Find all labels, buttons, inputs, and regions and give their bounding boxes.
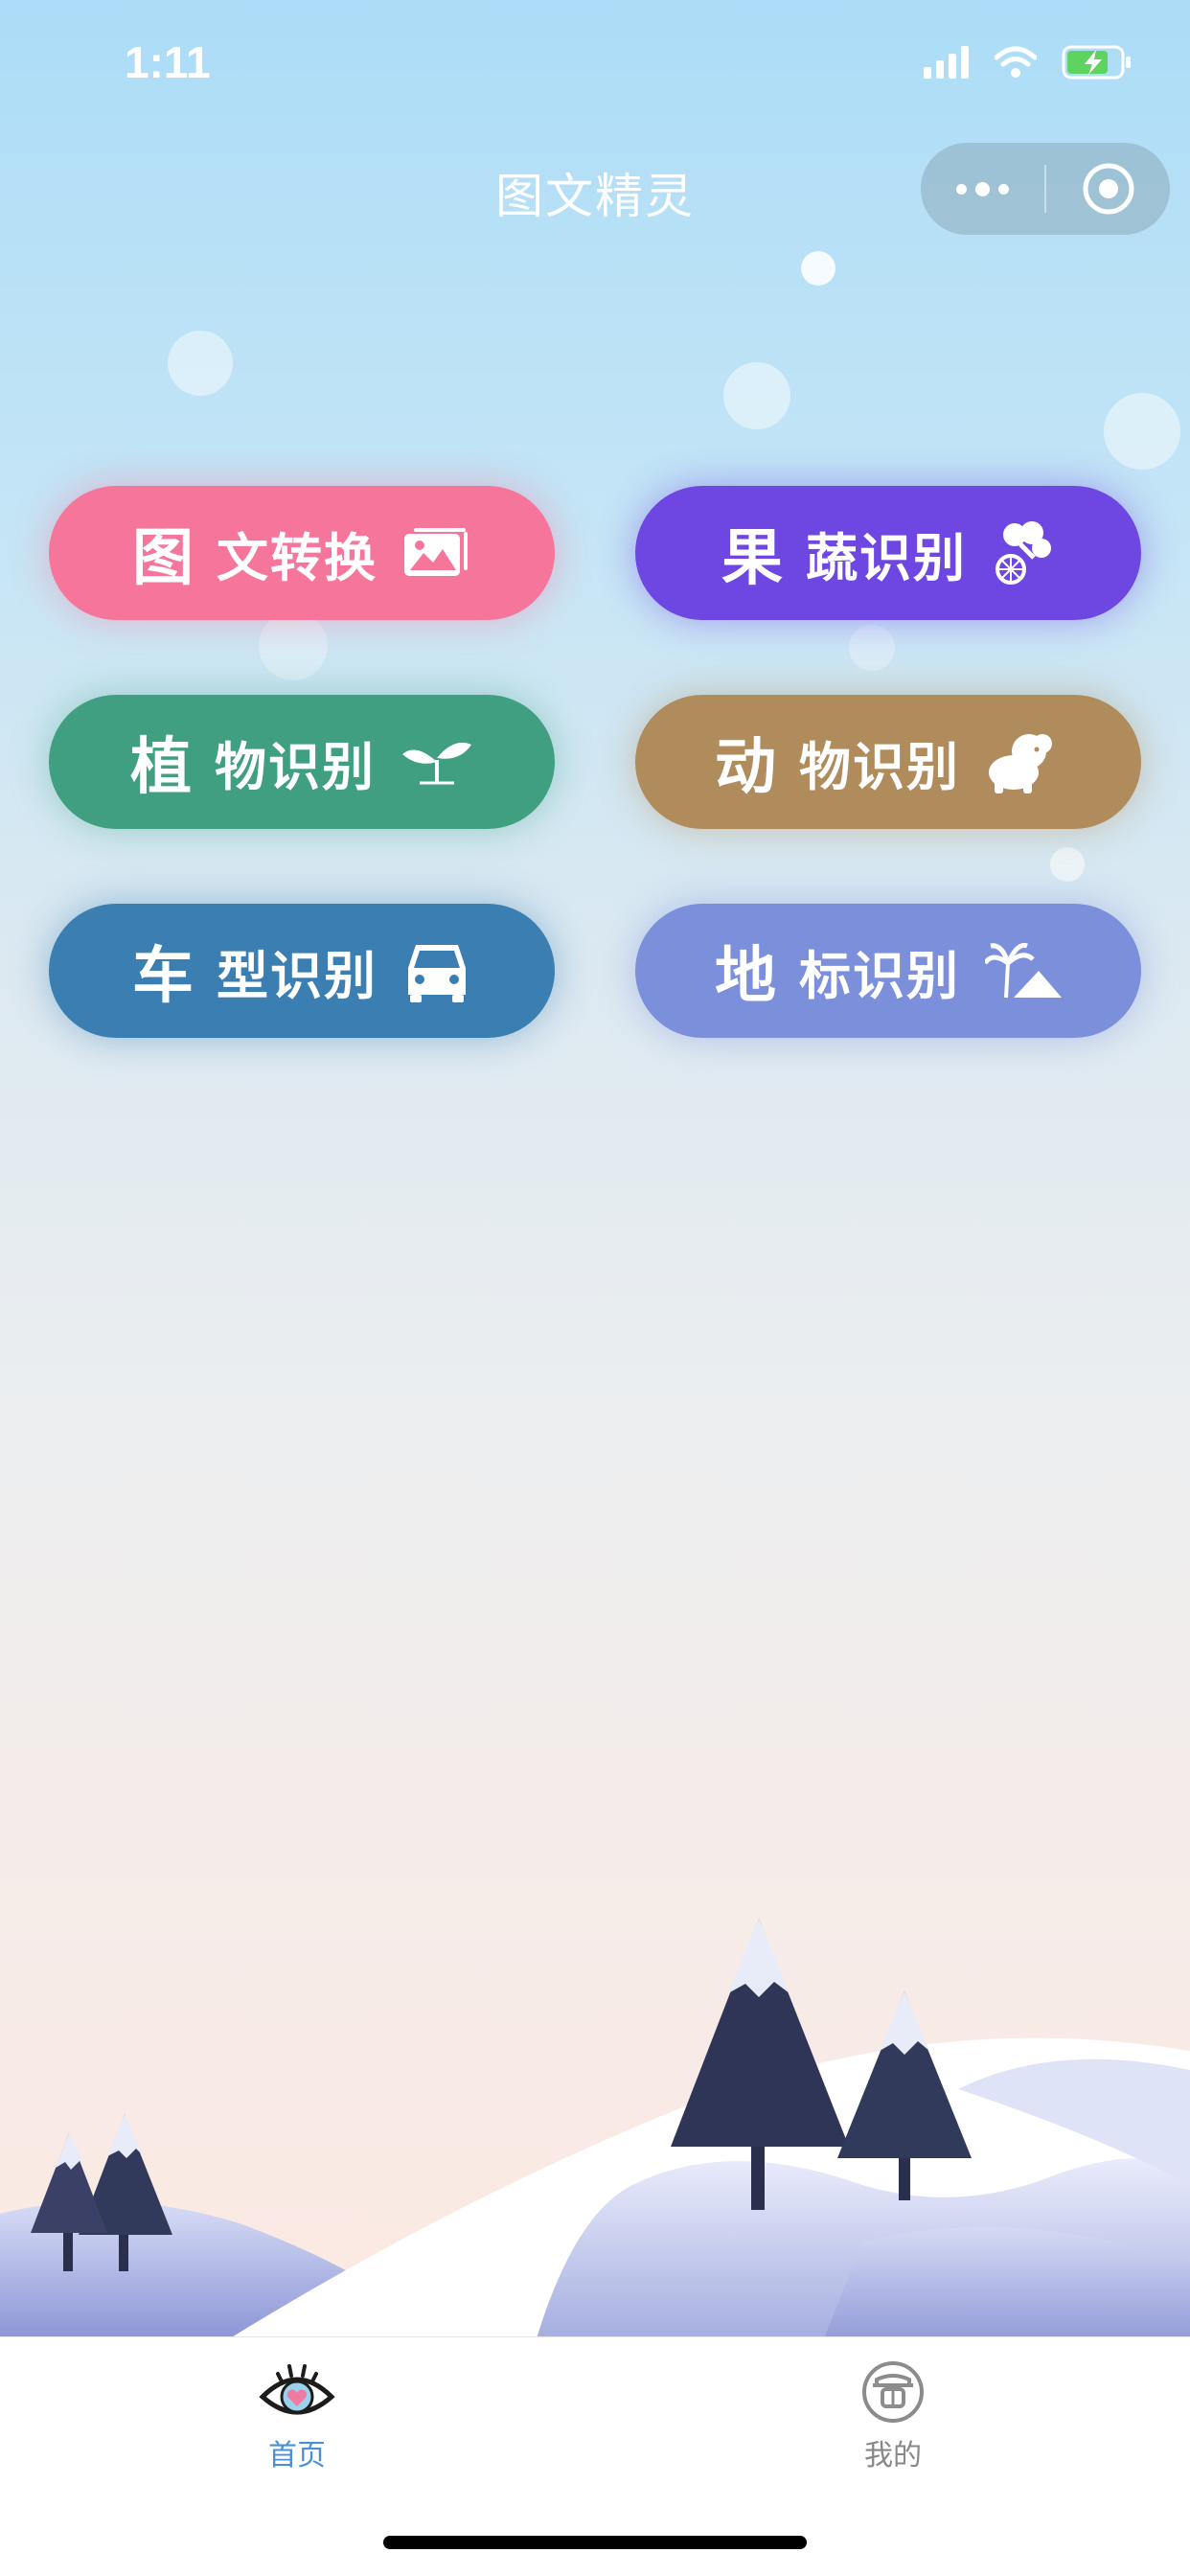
tab-mine-label: 我的 [864, 2439, 922, 2472]
tab-home[interactable]: 首页 [201, 2358, 393, 2493]
more-dot-icon [975, 181, 990, 196]
car-icon [402, 939, 471, 1002]
more-button[interactable] [921, 143, 1044, 235]
battery-charging-icon [1062, 44, 1133, 84]
landmark-recognition-button[interactable]: 地 标识别 [635, 904, 1141, 1038]
button-label: 标识别 [799, 945, 960, 1006]
fruit-icon [992, 519, 1055, 586]
eye-heart-icon [259, 2364, 335, 2415]
button-label: 文转换 [217, 527, 378, 588]
bokeh-decoration [1104, 393, 1180, 470]
fruit-veg-recognition-button[interactable]: 果 蔬识别 [635, 486, 1141, 620]
animal-recognition-button[interactable]: 动 物识别 [635, 695, 1141, 829]
button-label: 蔬识别 [806, 527, 967, 588]
target-icon [1083, 163, 1133, 215]
car-recognition-button[interactable]: 车 型识别 [49, 904, 555, 1038]
bokeh-decoration [1050, 847, 1085, 882]
button-label: 型识别 [217, 945, 378, 1006]
button-lead-char: 植 [130, 732, 192, 803]
status-time: 1:11 [125, 37, 211, 87]
image-to-text-button[interactable]: 图 文转换 [49, 486, 555, 620]
wifi-icon [994, 46, 1038, 82]
cellular-signal-icon [924, 46, 970, 82]
bokeh-decoration [259, 611, 328, 680]
button-label: 物识别 [215, 736, 376, 797]
winter-landscape-illustration [0, 1919, 1190, 2338]
plant-recognition-button[interactable]: 植 物识别 [49, 695, 555, 829]
button-lead-char: 图 [132, 523, 194, 594]
button-lead-char: 动 [715, 732, 776, 803]
button-lead-char: 地 [715, 941, 776, 1012]
home-indicator [383, 2536, 807, 2549]
profile-icon [862, 2361, 924, 2423]
bokeh-decoration [168, 331, 233, 396]
image-icon [402, 526, 471, 580]
bokeh-decoration [723, 362, 790, 429]
animal-icon [985, 730, 1062, 794]
bokeh-decoration [801, 251, 835, 286]
close-button[interactable] [1046, 143, 1170, 235]
sprout-icon [400, 739, 473, 785]
status-bar: 1:11 [0, 0, 1190, 126]
landmark-icon [985, 942, 1062, 1000]
more-dot-icon [956, 183, 967, 195]
status-icons [924, 44, 1133, 84]
button-lead-char: 果 [721, 523, 783, 594]
button-lead-char: 车 [132, 941, 194, 1012]
button-label: 物识别 [799, 736, 960, 797]
tab-mine[interactable]: 我的 [797, 2358, 989, 2493]
more-dot-icon [998, 183, 1009, 195]
mini-program-capsule [921, 143, 1170, 235]
bokeh-decoration [849, 625, 895, 671]
tab-home-label: 首页 [268, 2439, 326, 2472]
